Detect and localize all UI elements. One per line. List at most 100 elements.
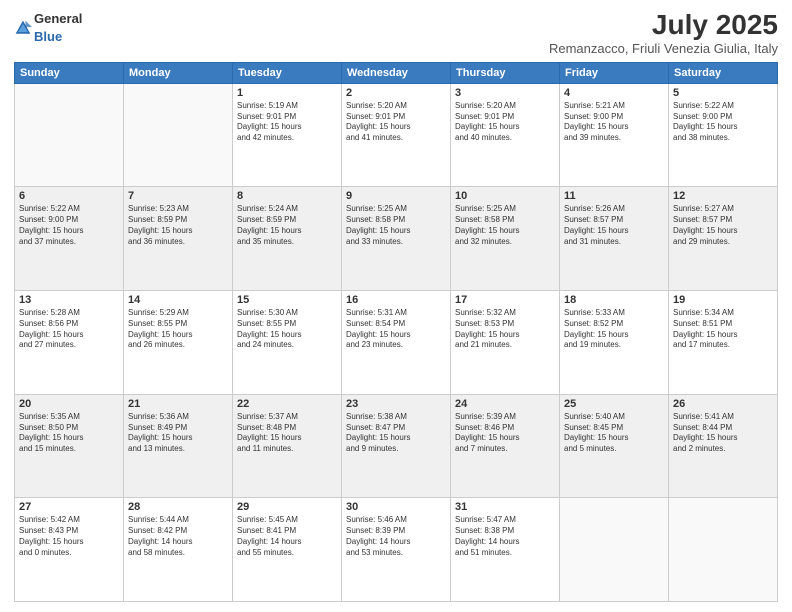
- calendar-body: 1 Sunrise: 5:19 AM Sunset: 9:01 PM Daylig…: [15, 83, 778, 601]
- day-info: Sunrise: 5:37 AM Sunset: 8:48 PM Dayligh…: [237, 412, 337, 455]
- day-info: Sunrise: 5:39 AM Sunset: 8:46 PM Dayligh…: [455, 412, 555, 455]
- calendar-cell: 15 Sunrise: 5:30 AM Sunset: 8:55 PM Dayli…: [233, 291, 342, 395]
- calendar-cell: 2 Sunrise: 5:20 AM Sunset: 9:01 PM Daylig…: [342, 83, 451, 187]
- day-number: 9: [346, 190, 446, 202]
- day-info: Sunrise: 5:24 AM Sunset: 8:59 PM Dayligh…: [237, 204, 337, 247]
- day-number: 2: [346, 87, 446, 99]
- day-info: Sunrise: 5:31 AM Sunset: 8:54 PM Dayligh…: [346, 308, 446, 351]
- weekday-row: Sunday Monday Tuesday Wednesday Thursday…: [15, 62, 778, 83]
- day-number: 16: [346, 294, 446, 306]
- day-number: 7: [128, 190, 228, 202]
- page: General Blue July 2025 Remanzacco, Friul…: [0, 0, 792, 612]
- col-sunday: Sunday: [15, 62, 124, 83]
- logo: General Blue: [14, 10, 82, 46]
- day-number: 28: [128, 501, 228, 513]
- day-info: Sunrise: 5:29 AM Sunset: 8:55 PM Dayligh…: [128, 308, 228, 351]
- calendar-cell: 13Sunrise: 5:28 AM Sunset: 8:56 PM Dayli…: [15, 291, 124, 395]
- calendar-cell: [124, 83, 233, 187]
- day-info: Sunrise: 5:20 AM Sunset: 9:01 PM Dayligh…: [455, 101, 555, 144]
- calendar-cell: 3 Sunrise: 5:20 AM Sunset: 9:01 PM Daylig…: [451, 83, 560, 187]
- day-info: Sunrise: 5:35 AM Sunset: 8:50 PM Dayligh…: [19, 412, 119, 455]
- calendar-cell: 31 Sunrise: 5:47 AM Sunset: 8:38 PM Dayli…: [451, 498, 560, 602]
- day-number: 21: [128, 398, 228, 410]
- calendar-cell: [15, 83, 124, 187]
- day-number: 22: [237, 398, 337, 410]
- calendar-header: Sunday Monday Tuesday Wednesday Thursday…: [15, 62, 778, 83]
- day-number: 8: [237, 190, 337, 202]
- calendar-week-5: 27 Sunrise: 5:42 AM Sunset: 8:43 PM Dayli…: [15, 498, 778, 602]
- month-title: July 2025: [549, 10, 778, 41]
- calendar-cell: 8 Sunrise: 5:24 AM Sunset: 8:59 PM Daylig…: [233, 187, 342, 291]
- day-info: Sunrise: 5:30 AM Sunset: 8:55 PM Dayligh…: [237, 308, 337, 351]
- calendar-cell: 11Sunrise: 5:26 AM Sunset: 8:57 PM Dayli…: [560, 187, 669, 291]
- calendar-cell: 5 Sunrise: 5:22 AM Sunset: 9:00 PM Daylig…: [669, 83, 778, 187]
- calendar-cell: 9 Sunrise: 5:25 AM Sunset: 8:58 PM Daylig…: [342, 187, 451, 291]
- calendar-cell: 24 Sunrise: 5:39 AM Sunset: 8:46 PM Dayli…: [451, 394, 560, 498]
- calendar-cell: 20 Sunrise: 5:35 AM Sunset: 8:50 PM Dayli…: [15, 394, 124, 498]
- day-number: 14: [128, 294, 228, 306]
- day-info: Sunrise: 5:45 AM Sunset: 8:41 PM Dayligh…: [237, 515, 337, 558]
- col-tuesday: Tuesday: [233, 62, 342, 83]
- day-number: 20: [19, 398, 119, 410]
- day-number: 24: [455, 398, 555, 410]
- calendar-cell: 12 Sunrise: 5:27 AM Sunset: 8:57 PM Dayli…: [669, 187, 778, 291]
- day-number: 3: [455, 87, 555, 99]
- calendar-cell: 19Sunrise: 5:34 AM Sunset: 8:51 PM Dayli…: [669, 291, 778, 395]
- calendar-cell: 18Sunrise: 5:33 AM Sunset: 8:52 PM Dayli…: [560, 291, 669, 395]
- calendar-week-2: 6Sunrise: 5:22 AM Sunset: 9:00 PM Daylig…: [15, 187, 778, 291]
- day-number: 25: [564, 398, 664, 410]
- day-number: 26: [673, 398, 773, 410]
- calendar: Sunday Monday Tuesday Wednesday Thursday…: [14, 62, 778, 602]
- day-number: 1: [237, 87, 337, 99]
- calendar-week-4: 20 Sunrise: 5:35 AM Sunset: 8:50 PM Dayli…: [15, 394, 778, 498]
- calendar-cell: 17 Sunrise: 5:32 AM Sunset: 8:53 PM Dayli…: [451, 291, 560, 395]
- calendar-cell: 14 Sunrise: 5:29 AM Sunset: 8:55 PM Dayli…: [124, 291, 233, 395]
- day-info: Sunrise: 5:47 AM Sunset: 8:38 PM Dayligh…: [455, 515, 555, 558]
- day-info: Sunrise: 5:32 AM Sunset: 8:53 PM Dayligh…: [455, 308, 555, 351]
- calendar-cell: 7Sunrise: 5:23 AM Sunset: 8:59 PM Daylig…: [124, 187, 233, 291]
- col-monday: Monday: [124, 62, 233, 83]
- col-wednesday: Wednesday: [342, 62, 451, 83]
- day-number: 17: [455, 294, 555, 306]
- calendar-week-3: 13Sunrise: 5:28 AM Sunset: 8:56 PM Dayli…: [15, 291, 778, 395]
- calendar-cell: 4Sunrise: 5:21 AM Sunset: 9:00 PM Daylig…: [560, 83, 669, 187]
- day-info: Sunrise: 5:25 AM Sunset: 8:58 PM Dayligh…: [455, 204, 555, 247]
- day-number: 31: [455, 501, 555, 513]
- logo-icon: [14, 19, 32, 37]
- day-info: Sunrise: 5:44 AM Sunset: 8:42 PM Dayligh…: [128, 515, 228, 558]
- calendar-cell: 22 Sunrise: 5:37 AM Sunset: 8:48 PM Dayli…: [233, 394, 342, 498]
- day-number: 12: [673, 190, 773, 202]
- day-info: Sunrise: 5:27 AM Sunset: 8:57 PM Dayligh…: [673, 204, 773, 247]
- calendar-cell: 10Sunrise: 5:25 AM Sunset: 8:58 PM Dayli…: [451, 187, 560, 291]
- day-info: Sunrise: 5:22 AM Sunset: 9:00 PM Dayligh…: [673, 101, 773, 144]
- day-number: 5: [673, 87, 773, 99]
- title-block: July 2025 Remanzacco, Friuli Venezia Giu…: [549, 10, 778, 56]
- calendar-cell: 28 Sunrise: 5:44 AM Sunset: 8:42 PM Dayli…: [124, 498, 233, 602]
- calendar-cell: 25 Sunrise: 5:40 AM Sunset: 8:45 PM Dayli…: [560, 394, 669, 498]
- calendar-cell: 6Sunrise: 5:22 AM Sunset: 9:00 PM Daylig…: [15, 187, 124, 291]
- calendar-cell: 29Sunrise: 5:45 AM Sunset: 8:41 PM Dayli…: [233, 498, 342, 602]
- day-info: Sunrise: 5:41 AM Sunset: 8:44 PM Dayligh…: [673, 412, 773, 455]
- calendar-cell: 16 Sunrise: 5:31 AM Sunset: 8:54 PM Dayli…: [342, 291, 451, 395]
- day-info: Sunrise: 5:25 AM Sunset: 8:58 PM Dayligh…: [346, 204, 446, 247]
- day-number: 18: [564, 294, 664, 306]
- location-title: Remanzacco, Friuli Venezia Giulia, Italy: [549, 41, 778, 56]
- day-info: Sunrise: 5:40 AM Sunset: 8:45 PM Dayligh…: [564, 412, 664, 455]
- day-info: Sunrise: 5:34 AM Sunset: 8:51 PM Dayligh…: [673, 308, 773, 351]
- day-info: Sunrise: 5:42 AM Sunset: 8:43 PM Dayligh…: [19, 515, 119, 558]
- calendar-cell: 30Sunrise: 5:46 AM Sunset: 8:39 PM Dayli…: [342, 498, 451, 602]
- day-info: Sunrise: 5:20 AM Sunset: 9:01 PM Dayligh…: [346, 101, 446, 144]
- day-number: 30: [346, 501, 446, 513]
- day-number: 27: [19, 501, 119, 513]
- day-info: Sunrise: 5:22 AM Sunset: 9:00 PM Dayligh…: [19, 204, 119, 247]
- calendar-cell: 23Sunrise: 5:38 AM Sunset: 8:47 PM Dayli…: [342, 394, 451, 498]
- col-friday: Friday: [560, 62, 669, 83]
- day-info: Sunrise: 5:19 AM Sunset: 9:01 PM Dayligh…: [237, 101, 337, 144]
- calendar-cell: 1 Sunrise: 5:19 AM Sunset: 9:01 PM Daylig…: [233, 83, 342, 187]
- calendar-cell: 21Sunrise: 5:36 AM Sunset: 8:49 PM Dayli…: [124, 394, 233, 498]
- day-number: 15: [237, 294, 337, 306]
- day-info: Sunrise: 5:26 AM Sunset: 8:57 PM Dayligh…: [564, 204, 664, 247]
- calendar-cell: 27 Sunrise: 5:42 AM Sunset: 8:43 PM Dayli…: [15, 498, 124, 602]
- calendar-cell: [560, 498, 669, 602]
- day-number: 23: [346, 398, 446, 410]
